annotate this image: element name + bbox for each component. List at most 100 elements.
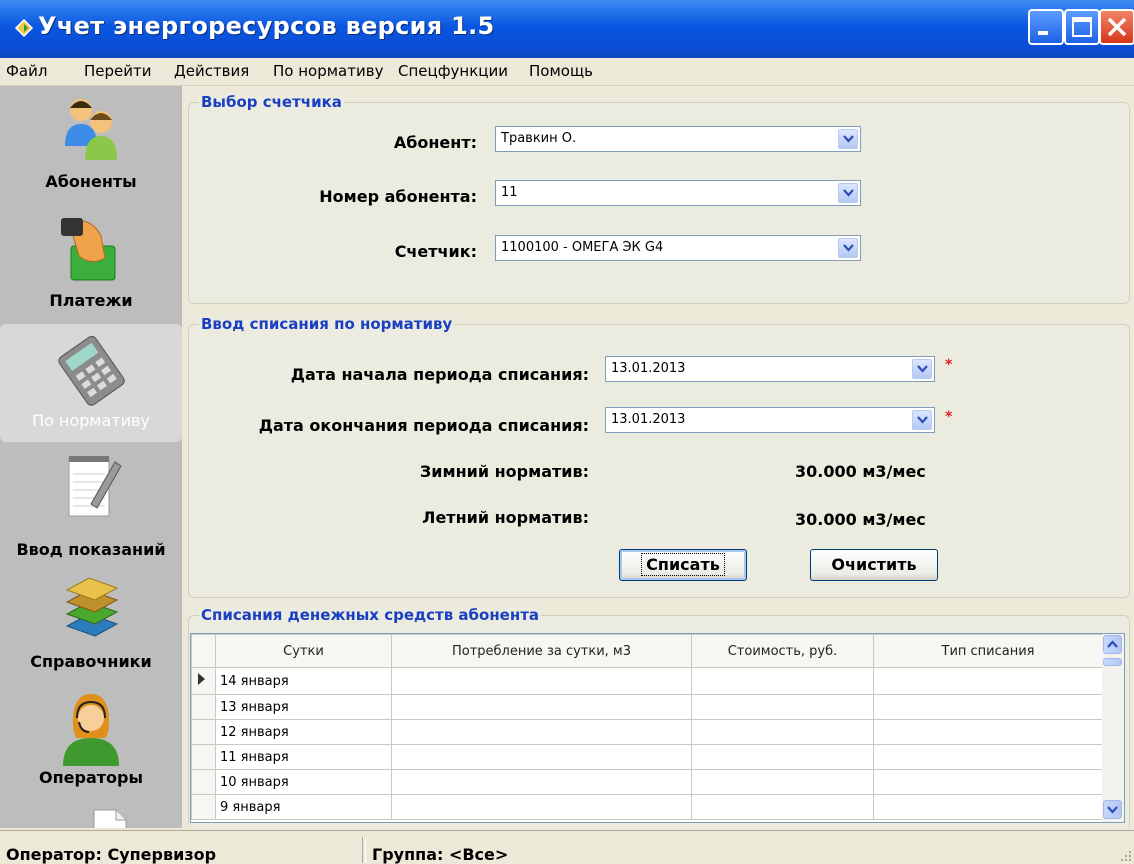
sidebar-item-directories[interactable]: Справочники xyxy=(0,564,182,676)
cell-cost[interactable] xyxy=(691,719,874,745)
users-icon xyxy=(65,99,117,160)
end-date-picker[interactable]: 13.01.2013 xyxy=(605,407,935,433)
meter-select-group: Выбор счетчика Абонент: Травкин О. Номер… xyxy=(188,93,1130,304)
menu-special-functions[interactable]: Спецфункции xyxy=(398,62,508,80)
sidebar-item-label: Справочники xyxy=(30,652,152,671)
subscriber-number-combo[interactable]: 11 xyxy=(495,180,861,206)
table-row[interactable]: 11 января xyxy=(191,744,1103,770)
sidebar-item-operators[interactable]: Операторы xyxy=(0,682,182,794)
cell-day[interactable]: 9 января xyxy=(215,794,392,820)
row-header-corner xyxy=(191,634,216,668)
minimize-button[interactable] xyxy=(1028,9,1064,45)
group-legend: Ввод списания по нормативу xyxy=(199,315,455,333)
cell-day[interactable]: 13 января xyxy=(215,694,392,720)
main-panel: Выбор счетчика Абонент: Травкин О. Номер… xyxy=(185,86,1134,828)
combo-value: Травкин О. xyxy=(501,131,577,146)
calculator-icon xyxy=(58,335,125,406)
column-header-consumption[interactable]: Потребление за сутки, м3 xyxy=(391,634,692,668)
cell-cost[interactable] xyxy=(691,744,874,770)
menu-file[interactable]: Файл xyxy=(6,62,47,80)
cell-cost[interactable] xyxy=(691,694,874,720)
cell-consumption[interactable] xyxy=(391,744,692,770)
table-row[interactable]: 12 января xyxy=(191,719,1103,745)
dropdown-button[interactable] xyxy=(838,238,858,258)
payment-hand-icon xyxy=(61,218,116,281)
sidebar-item-meter-readings[interactable]: Ввод показаний xyxy=(0,444,182,562)
summer-norm-value: 30.000 м3/мес xyxy=(795,510,926,529)
menu-help[interactable]: Помощь xyxy=(529,62,593,80)
sidebar-item-payments[interactable]: Платежи xyxy=(0,204,182,322)
winter-norm-value: 30.000 м3/мес xyxy=(795,462,926,481)
cell-writeoff-type[interactable] xyxy=(873,667,1103,695)
cell-writeoff-type[interactable] xyxy=(873,794,1103,820)
document-icon xyxy=(93,809,127,828)
close-button[interactable] xyxy=(1099,9,1134,45)
menu-actions[interactable]: Действия xyxy=(174,62,249,80)
chevron-down-icon xyxy=(917,416,928,424)
dropdown-button[interactable] xyxy=(838,129,858,149)
button-label: Очистить xyxy=(831,555,917,574)
cell-consumption[interactable] xyxy=(391,769,692,795)
scroll-down-button[interactable] xyxy=(1103,800,1122,819)
button-label: Списать xyxy=(641,553,725,576)
vertical-scrollbar[interactable] xyxy=(1102,634,1124,822)
row-indicator xyxy=(191,744,216,770)
menu-by-norm[interactable]: По нормативу xyxy=(273,62,383,80)
subscriber-combo[interactable]: Травкин О. xyxy=(495,126,861,152)
sidebar-item-label: Платежи xyxy=(49,291,133,310)
close-icon xyxy=(1107,17,1127,37)
required-mark: * xyxy=(945,409,953,425)
cell-day[interactable]: 14 января xyxy=(215,667,392,695)
cell-consumption[interactable] xyxy=(391,667,692,695)
dropdown-button[interactable] xyxy=(912,359,932,379)
row-indicator xyxy=(191,694,216,720)
dropdown-button[interactable] xyxy=(838,183,858,203)
status-bar: Оператор: Супервизор Группа: <Все> xyxy=(0,830,1134,864)
cell-consumption[interactable] xyxy=(391,719,692,745)
table-row[interactable]: 13 января xyxy=(191,694,1103,720)
start-date-label: Дата начала периода списания: xyxy=(290,365,589,384)
cell-consumption[interactable] xyxy=(391,694,692,720)
subscriber-number-label: Номер абонента: xyxy=(319,187,477,206)
cell-day[interactable]: 12 января xyxy=(215,719,392,745)
title-bar: Учет энергоресурсов версия 1.5 xyxy=(0,0,1134,58)
dropdown-button[interactable] xyxy=(912,410,932,430)
scroll-up-button[interactable] xyxy=(1103,635,1122,654)
cell-writeoff-type[interactable] xyxy=(873,769,1103,795)
table-row[interactable]: 10 января xyxy=(191,769,1103,795)
sidebar-item-by-norm[interactable]: По нормативу xyxy=(0,324,182,442)
writeoff-group: Ввод списания по нормативу Дата начала п… xyxy=(188,315,1130,598)
clear-button[interactable]: Очистить xyxy=(810,549,938,581)
cell-day[interactable]: 10 января xyxy=(215,769,392,795)
start-date-picker[interactable]: 13.01.2013 xyxy=(605,356,935,382)
scroll-thumb[interactable] xyxy=(1103,658,1122,666)
chevron-down-icon xyxy=(1107,806,1118,814)
chevron-down-icon xyxy=(843,135,854,143)
meter-combo[interactable]: 1100100 - ОМЕГА ЭК G4 xyxy=(495,235,861,261)
cell-writeoff-type[interactable] xyxy=(873,719,1103,745)
cell-cost[interactable] xyxy=(691,667,874,695)
sidebar-item-subscribers[interactable]: Абоненты xyxy=(0,86,182,204)
table-row[interactable]: 9 января xyxy=(191,794,1103,820)
writeoff-button[interactable]: Списать xyxy=(619,549,747,581)
cell-cost[interactable] xyxy=(691,769,874,795)
column-header-writeoff-type[interactable]: Тип списания xyxy=(873,634,1103,668)
notepad-pen-icon xyxy=(68,456,122,517)
cell-day[interactable]: 11 января xyxy=(215,744,392,770)
cell-writeoff-type[interactable] xyxy=(873,694,1103,720)
table-row[interactable]: 14 января xyxy=(191,667,1103,695)
sidebar-item-label: Абоненты xyxy=(45,172,137,191)
combo-value: 13.01.2013 xyxy=(611,361,686,376)
menu-navigate[interactable]: Перейти xyxy=(84,62,152,80)
sidebar-item-label: По нормативу xyxy=(32,411,150,430)
cell-cost[interactable] xyxy=(691,794,874,820)
cell-consumption[interactable] xyxy=(391,794,692,820)
column-header-cost[interactable]: Стоимость, руб. xyxy=(691,634,874,668)
cell-writeoff-type[interactable] xyxy=(873,744,1103,770)
history-table[interactable]: Сутки Потребление за сутки, м3 Стоимость… xyxy=(190,633,1125,823)
column-header-day[interactable]: Сутки xyxy=(215,634,392,668)
sidebar-item-label: Ввод показаний xyxy=(16,540,166,559)
summer-norm-label: Летний норматив: xyxy=(422,508,589,527)
resize-grip-icon[interactable] xyxy=(1120,850,1132,862)
maximize-button[interactable] xyxy=(1064,9,1100,45)
